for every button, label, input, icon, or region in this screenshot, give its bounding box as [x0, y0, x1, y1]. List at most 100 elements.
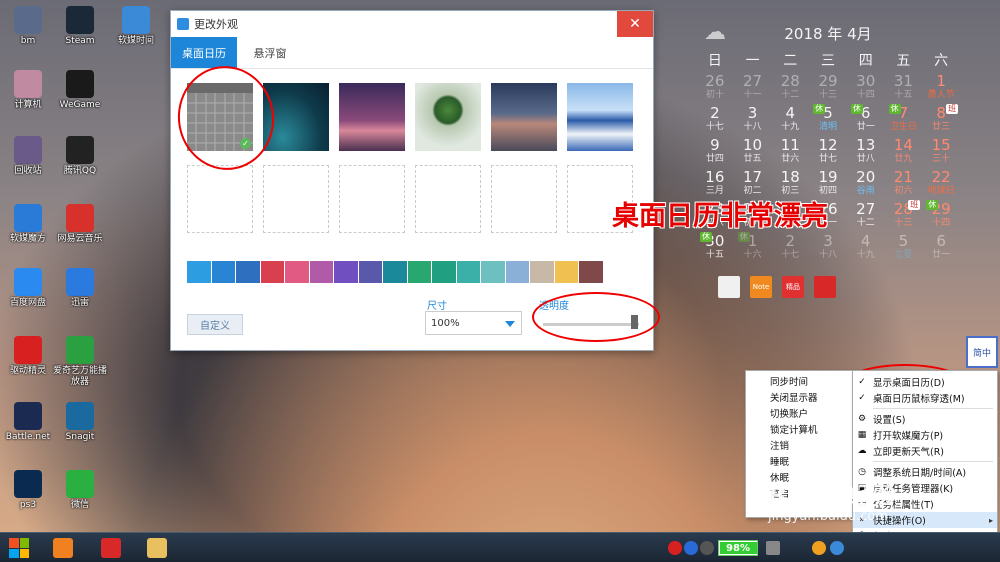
- calendar-day[interactable]: 20 谷雨: [847, 168, 885, 200]
- desktop-icon[interactable]: 微信: [50, 470, 110, 511]
- color-swatch[interactable]: [260, 261, 284, 283]
- calendar-day[interactable]: 4 十九: [847, 232, 885, 264]
- calendar-day[interactable]: 27 十一: [734, 72, 772, 104]
- skin-thumb-blue-mountains[interactable]: [567, 83, 633, 151]
- menu-item[interactable]: 同步时间: [746, 373, 854, 389]
- calendar-day[interactable]: 30 十四: [847, 72, 885, 104]
- color-swatch[interactable]: [187, 261, 211, 283]
- color-swatch[interactable]: [554, 261, 578, 283]
- calendar-day[interactable]: 1 愚人节: [922, 72, 960, 104]
- menu-item[interactable]: ✓ 桌面日历鼠标穿透(M): [853, 390, 997, 406]
- calendar-day[interactable]: 26 初十: [696, 72, 734, 104]
- color-swatch[interactable]: [236, 261, 260, 283]
- calendar-day[interactable]: 12 廿七: [809, 136, 847, 168]
- taskbar-app-button[interactable]: [90, 535, 132, 561]
- calendar-day[interactable]: 31 十五: [885, 72, 923, 104]
- calendar-day[interactable]: 15 三十: [922, 136, 960, 168]
- calendar-day[interactable]: 29 十三: [809, 72, 847, 104]
- menu-item[interactable]: ✓ 显示桌面日历(D): [853, 374, 997, 390]
- weather-cloud-icon[interactable]: ☁: [704, 20, 726, 45]
- color-swatch[interactable]: [211, 261, 235, 283]
- calendar-day[interactable]: 5 立夏: [885, 232, 923, 264]
- calendar-day[interactable]: 休 30 十五: [696, 232, 734, 264]
- calendar-day[interactable]: 14 廿九: [885, 136, 923, 168]
- calendar-day[interactable]: 休 1 十六: [734, 232, 772, 264]
- custom-button[interactable]: 自定义: [187, 314, 243, 335]
- skin-thumb-purple-sky[interactable]: [339, 83, 405, 151]
- help-icon[interactable]: [684, 541, 698, 555]
- menu-item[interactable]: ▦ 打开软媒魔方(P): [853, 427, 997, 443]
- calendar-day[interactable]: 10 廿五: [734, 136, 772, 168]
- calendar-day[interactable]: 9 廿四: [696, 136, 734, 168]
- notebook-icon[interactable]: Note: [750, 276, 772, 298]
- desktop-icon[interactable]: 迅雷: [50, 268, 110, 309]
- menu-item[interactable]: 注销: [746, 437, 854, 453]
- calendar-day[interactable]: 6 廿一: [922, 232, 960, 264]
- tab-floating-window[interactable]: 悬浮窗: [237, 37, 303, 68]
- calendar-day[interactable]: 班 28 十三: [885, 200, 923, 232]
- empty-skin-slot[interactable]: [187, 165, 253, 233]
- menu-item[interactable]: 关闭显示器: [746, 389, 854, 405]
- floating-window-button[interactable]: 简中: [966, 336, 998, 368]
- menu-item[interactable]: 切换账户: [746, 405, 854, 421]
- desktop-icon[interactable]: 爱奇艺万能播放器: [50, 336, 110, 388]
- color-swatch[interactable]: [456, 261, 480, 283]
- close-button[interactable]: ✕: [617, 11, 653, 37]
- color-swatch[interactable]: [407, 261, 431, 283]
- size-select[interactable]: 100%: [425, 311, 522, 335]
- battery-indicator[interactable]: 98%: [718, 540, 758, 556]
- calendar-day[interactable]: 班 8 廿三: [922, 104, 960, 136]
- taskbar-app-button[interactable]: [42, 535, 84, 561]
- calendar-day[interactable]: 22 地球日: [922, 168, 960, 200]
- menu-item[interactable]: 睡眠: [746, 453, 854, 469]
- desktop-icon[interactable]: WeGame: [50, 70, 110, 111]
- sogou-input-icon[interactable]: [668, 541, 682, 555]
- menu-item[interactable]: 锁定计算机: [746, 421, 854, 437]
- calendar-day[interactable]: 2 十七: [771, 232, 809, 264]
- menu-item[interactable]: ⚙ 设置(S): [853, 411, 997, 427]
- fine-goods-icon[interactable]: 精品: [782, 276, 804, 298]
- desktop-icon[interactable]: 网易云音乐: [50, 204, 110, 245]
- calendar-day[interactable]: 3 十八: [809, 232, 847, 264]
- calendar-day[interactable]: 11 廿六: [771, 136, 809, 168]
- plug-icon[interactable]: [766, 541, 780, 555]
- calendar-day[interactable]: 2 十七: [696, 104, 734, 136]
- dialog-titlebar[interactable]: 更改外观: [171, 11, 653, 37]
- calendar-day[interactable]: 21 初六: [885, 168, 923, 200]
- color-swatch[interactable]: [530, 261, 554, 283]
- calendar-day[interactable]: 休 5 清明: [809, 104, 847, 136]
- calendar-day[interactable]: 28 十二: [771, 72, 809, 104]
- empty-skin-slot[interactable]: [339, 165, 405, 233]
- color-swatch[interactable]: [579, 261, 603, 283]
- empty-skin-slot[interactable]: [491, 165, 557, 233]
- color-swatch[interactable]: [505, 261, 529, 283]
- start-button[interactable]: [0, 533, 38, 562]
- network-icon[interactable]: [830, 541, 844, 555]
- color-swatch[interactable]: [358, 261, 382, 283]
- color-swatch[interactable]: [334, 261, 358, 283]
- tab-desktop-calendar[interactable]: 桌面日历: [171, 37, 237, 68]
- calendar-day[interactable]: 4 十九: [771, 104, 809, 136]
- notes-list-icon[interactable]: [718, 276, 740, 298]
- menu-item[interactable]: ☁ 立即更新天气(R): [853, 443, 997, 459]
- empty-skin-slot[interactable]: [415, 165, 481, 233]
- calendar-day[interactable]: 休 29 十四: [922, 200, 960, 232]
- skin-thumb-dusk-sea[interactable]: [491, 83, 557, 151]
- shield-icon[interactable]: [812, 541, 826, 555]
- empty-skin-slot[interactable]: [263, 165, 329, 233]
- desktop-icon[interactable]: 腾讯QQ: [50, 136, 110, 177]
- skin-thumb-floating-tree[interactable]: [415, 83, 481, 151]
- desktop-icon[interactable]: Snagit: [50, 402, 110, 443]
- color-swatch[interactable]: [309, 261, 333, 283]
- calendar-day[interactable]: 3 十八: [734, 104, 772, 136]
- desktop-icon[interactable]: Steam: [50, 6, 110, 47]
- calendar-app-icon[interactable]: [814, 276, 836, 298]
- color-swatch[interactable]: [383, 261, 407, 283]
- desktop-icon[interactable]: 软媒时间: [106, 6, 166, 47]
- calendar-day[interactable]: 休 7 卫生日: [885, 104, 923, 136]
- color-swatch[interactable]: [432, 261, 456, 283]
- calendar-day[interactable]: 27 十二: [847, 200, 885, 232]
- tray-app-icon[interactable]: [700, 541, 714, 555]
- color-swatch[interactable]: [481, 261, 505, 283]
- calendar-day[interactable]: 休 6 廿一: [847, 104, 885, 136]
